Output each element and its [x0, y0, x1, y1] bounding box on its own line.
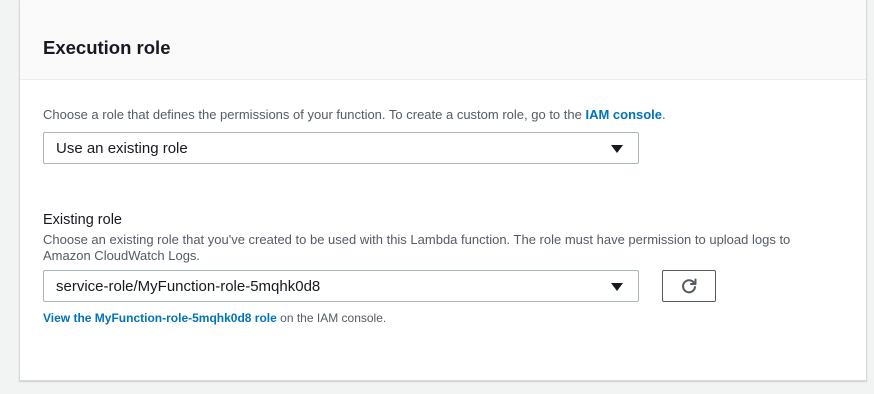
- view-role-note: View the MyFunction-role-5mqhk0d8 role o…: [43, 310, 386, 326]
- iam-console-link[interactable]: IAM console: [585, 107, 662, 122]
- caret-down-icon: [611, 283, 623, 291]
- role-type-select[interactable]: Use an existing role: [43, 132, 639, 164]
- existing-role-description-line2: Amazon CloudWatch Logs.: [43, 248, 201, 263]
- caret-down-icon: [611, 145, 623, 153]
- view-role-suffix: on the IAM console.: [276, 311, 387, 325]
- existing-role-select-value: service-role/MyFunction-role-5mqhk0d8: [56, 278, 321, 295]
- execution-role-panel: Execution role Choose a role that define…: [19, 0, 867, 381]
- existing-role-description: Choose an existing role that you've crea…: [43, 232, 790, 264]
- view-role-link[interactable]: View the MyFunction-role-5mqhk0d8 role: [43, 311, 277, 325]
- existing-role-label: Existing role: [43, 212, 122, 228]
- panel-header: Execution role: [20, 0, 866, 80]
- role-choice-description-end: .: [662, 107, 666, 122]
- role-choice-description-text: Choose a role that defines the permissio…: [43, 107, 586, 122]
- panel-title: Execution role: [43, 37, 171, 58]
- role-type-select-value: Use an existing role: [56, 140, 188, 157]
- refresh-icon: [682, 278, 697, 294]
- refresh-button[interactable]: [662, 270, 716, 302]
- role-choice-description: Choose a role that defines the permissio…: [43, 107, 666, 123]
- existing-role-select[interactable]: service-role/MyFunction-role-5mqhk0d8: [43, 270, 639, 302]
- existing-role-description-line1: Choose an existing role that you've crea…: [43, 232, 791, 247]
